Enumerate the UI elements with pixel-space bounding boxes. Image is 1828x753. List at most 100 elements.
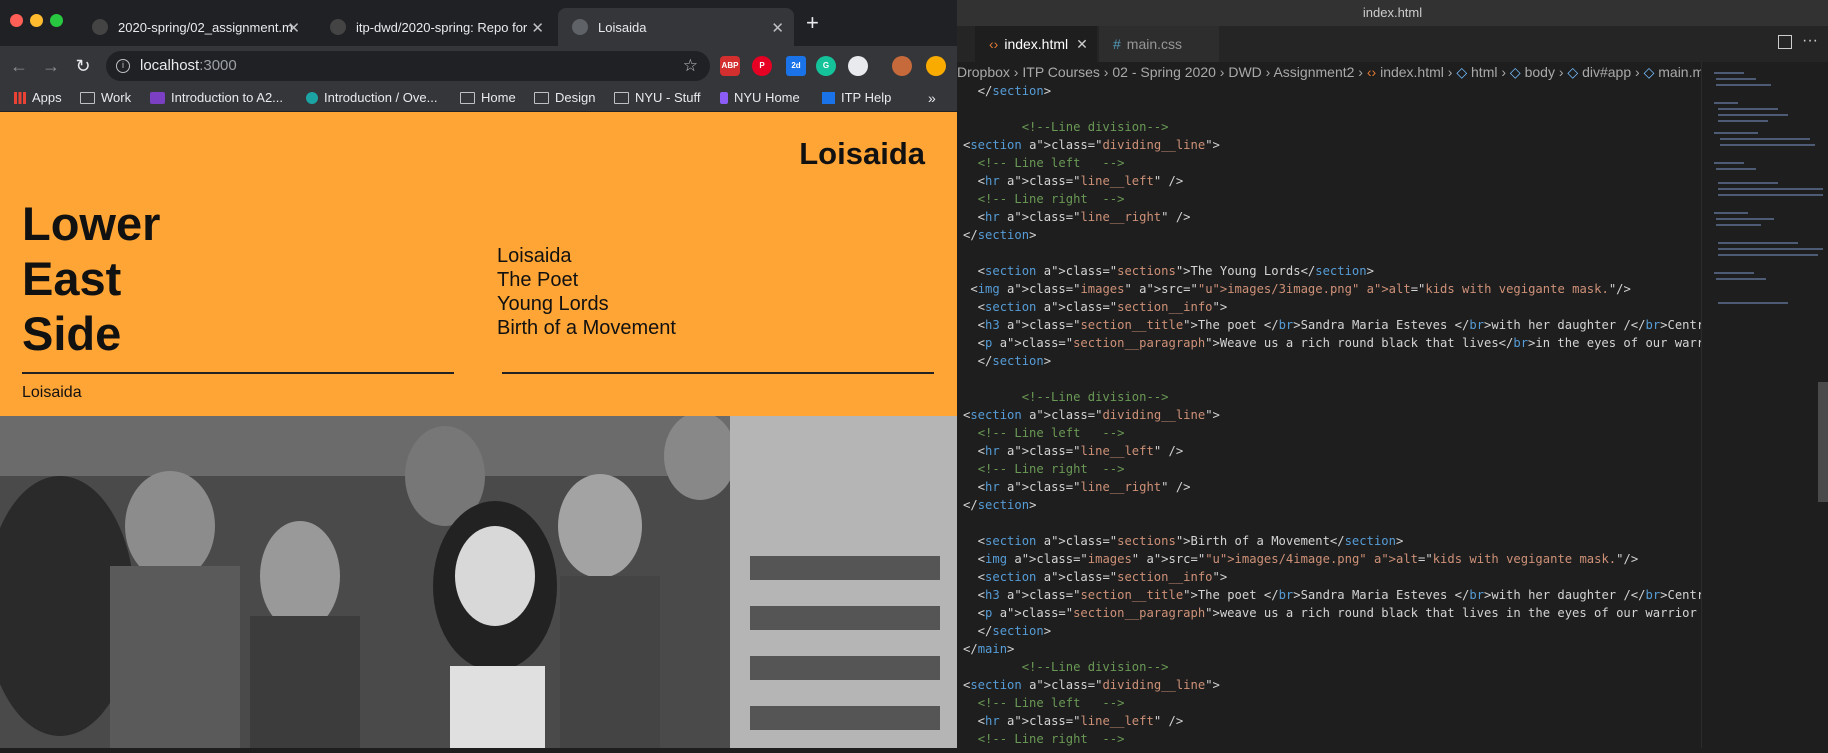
bookmark-home[interactable]: Home: [460, 90, 516, 105]
bookmark-introduction-a2[interactable]: Introduction to A2...: [150, 90, 283, 105]
code-line[interactable]: <section a">class="sections">The Young L…: [957, 262, 1701, 280]
more-bookmarks-chevron-icon[interactable]: »: [928, 90, 936, 106]
forward-button[interactable]: →: [38, 53, 64, 79]
code-line[interactable]: <section a">class="dividing__line">: [957, 676, 1701, 694]
breadcrumb-item[interactable]: ITP Courses: [1022, 64, 1100, 80]
breadcrumb-item[interactable]: index.html: [1380, 64, 1444, 80]
close-tab-icon[interactable]: ✕: [531, 19, 544, 37]
breadcrumb-item[interactable]: Assignment2: [1273, 64, 1354, 80]
close-tab-icon[interactable]: ✕: [287, 19, 300, 37]
code-line[interactable]: <!--Line division-->: [957, 118, 1701, 136]
code-line[interactable]: <img a">class="images" a">src=""u">image…: [957, 550, 1701, 568]
new-tab-button[interactable]: +: [806, 10, 819, 36]
bookmark-star-icon[interactable]: ☆: [683, 51, 698, 81]
breadcrumb-item[interactable]: Dropbox: [957, 64, 1010, 80]
close-tab-icon[interactable]: ✕: [1076, 36, 1088, 52]
reload-button[interactable]: ↻: [70, 53, 96, 79]
breadcrumb-item[interactable]: div#app: [1582, 64, 1631, 80]
code-line[interactable]: <section a">class="sections">Birth of a …: [957, 532, 1701, 550]
bookmark-nyu-stuff[interactable]: NYU - Stuff: [614, 90, 701, 105]
code-line[interactable]: <h3 a">class="section__title">The poet <…: [957, 316, 1701, 334]
code-line[interactable]: </section>: [957, 622, 1701, 640]
close-tab-icon[interactable]: ✕: [771, 19, 784, 37]
code-line[interactable]: [957, 244, 1701, 262]
browser-tab-active[interactable]: Loisaida ✕: [558, 8, 794, 46]
browser-tab-1[interactable]: 2020-spring/02_assignment.m ✕: [78, 8, 310, 46]
grammarly-extension-icon[interactable]: G: [816, 56, 836, 76]
more-actions-icon[interactable]: ···: [1802, 32, 1818, 50]
bookmark-work[interactable]: Work: [80, 90, 131, 105]
profile-avatar-icon[interactable]: [892, 56, 912, 76]
code-line[interactable]: <!-- Line right -->: [957, 190, 1701, 208]
scrollbar-thumb[interactable]: [1818, 382, 1828, 502]
code-line[interactable]: <!-- Line left -->: [957, 694, 1701, 712]
close-window-button[interactable]: [10, 14, 23, 27]
code-line[interactable]: </section>: [957, 352, 1701, 370]
minimize-window-button[interactable]: [30, 14, 43, 27]
breadcrumb-item[interactable]: DWD: [1228, 64, 1261, 80]
breadcrumb-item[interactable]: html: [1471, 64, 1497, 80]
code-line[interactable]: <hr a">class="line__left" />: [957, 172, 1701, 190]
editor-tab-index-html[interactable]: ‹› index.html ✕: [975, 26, 1097, 62]
code-line[interactable]: [957, 370, 1701, 388]
nav-link-young-lords[interactable]: Young Lords: [497, 292, 676, 316]
code-line[interactable]: <p a">class="section__paragraph">Weave u…: [957, 334, 1701, 352]
code-line[interactable]: <section a">class="dividing__line">: [957, 136, 1701, 154]
code-line[interactable]: <!-- Line left -->: [957, 154, 1701, 172]
hero-section: Loisaida Lower East Side Loisaida The Po…: [0, 112, 957, 416]
hero-subtitle: Loisaida: [22, 384, 82, 401]
code-line[interactable]: </main>: [957, 640, 1701, 658]
bookmark-nyu-home[interactable]: NYU Home: [720, 90, 800, 105]
breadcrumb-item[interactable]: body: [1525, 64, 1555, 80]
code-line[interactable]: <section a">class="section__info">: [957, 298, 1701, 316]
code-line[interactable]: </section>: [957, 82, 1701, 100]
nav-link-the-poet[interactable]: The Poet: [497, 268, 676, 292]
browser-tab-2[interactable]: itp-dwd/2020-spring: Repo for ✕: [316, 8, 554, 46]
tab-label: Loisaida: [598, 19, 647, 35]
nav-link-loisaida[interactable]: Loisaida: [497, 244, 676, 268]
editor-tab-label: main.css: [1126, 36, 1183, 52]
extension-icon[interactable]: [848, 56, 868, 76]
code-line[interactable]: [957, 100, 1701, 118]
code-line[interactable]: <p a">class="section__paragraph">weave u…: [957, 604, 1701, 622]
nav-link-birth-of-a-movement[interactable]: Birth of a Movement: [497, 316, 676, 340]
bookmark-apps[interactable]: Apps: [14, 90, 62, 105]
code-line[interactable]: </section>: [957, 496, 1701, 514]
minimap[interactable]: [1701, 62, 1828, 748]
bookmark-itp-help[interactable]: ITP Help: [822, 90, 891, 105]
cube-icon: ◇: [1456, 64, 1468, 80]
url-port: :3000: [199, 57, 237, 74]
breadcrumb-item[interactable]: 02 - Spring 2020: [1112, 64, 1216, 80]
extension-icon[interactable]: [926, 56, 946, 76]
editor-tab-main-css[interactable]: # main.css: [1099, 26, 1219, 62]
back-button[interactable]: ←: [6, 53, 32, 79]
code-line[interactable]: <section a">class="dividing__line">: [957, 406, 1701, 424]
adblock-extension-icon[interactable]: ABP: [720, 56, 740, 76]
address-bar[interactable]: i localhost:3000 ☆: [106, 51, 710, 81]
code-line[interactable]: <hr a">class="line__left" />: [957, 442, 1701, 460]
code-line[interactable]: <!--Line division-->: [957, 388, 1701, 406]
code-line[interactable]: <h3 a">class="section__title">The poet <…: [957, 586, 1701, 604]
code-line[interactable]: <!-- Line left -->: [957, 424, 1701, 442]
info-icon[interactable]: i: [116, 59, 130, 73]
site-logo[interactable]: Loisaida: [799, 136, 925, 172]
code-area[interactable]: </section> <!--Line division--> <section …: [957, 82, 1701, 748]
code-line[interactable]: <!-- Line right -->: [957, 460, 1701, 478]
code-line[interactable]: [957, 514, 1701, 532]
code-line[interactable]: <hr a">class="line__right" />: [957, 208, 1701, 226]
code-line[interactable]: <hr a">class="line__left" />: [957, 712, 1701, 730]
cube-icon: ◇: [1567, 64, 1579, 80]
split-editor-icon[interactable]: [1778, 35, 1792, 49]
code-line[interactable]: <!-- Line right -->: [957, 730, 1701, 748]
code-line[interactable]: <hr a">class="line__right" />: [957, 478, 1701, 496]
pinterest-extension-icon[interactable]: P: [752, 56, 772, 76]
bookmark-design[interactable]: Design: [534, 90, 595, 105]
code-line[interactable]: <section a">class="section__info">: [957, 568, 1701, 586]
code-line[interactable]: </section>: [957, 226, 1701, 244]
github-icon: [330, 19, 346, 35]
bookmark-introduction-overview[interactable]: Introduction / Ove...: [306, 90, 437, 105]
calendar-extension-icon[interactable]: 2d: [786, 56, 806, 76]
maximize-window-button[interactable]: [50, 14, 63, 27]
code-line[interactable]: <!--Line division-->: [957, 658, 1701, 676]
code-line[interactable]: <img a">class="images" a">src=""u">image…: [957, 280, 1701, 298]
